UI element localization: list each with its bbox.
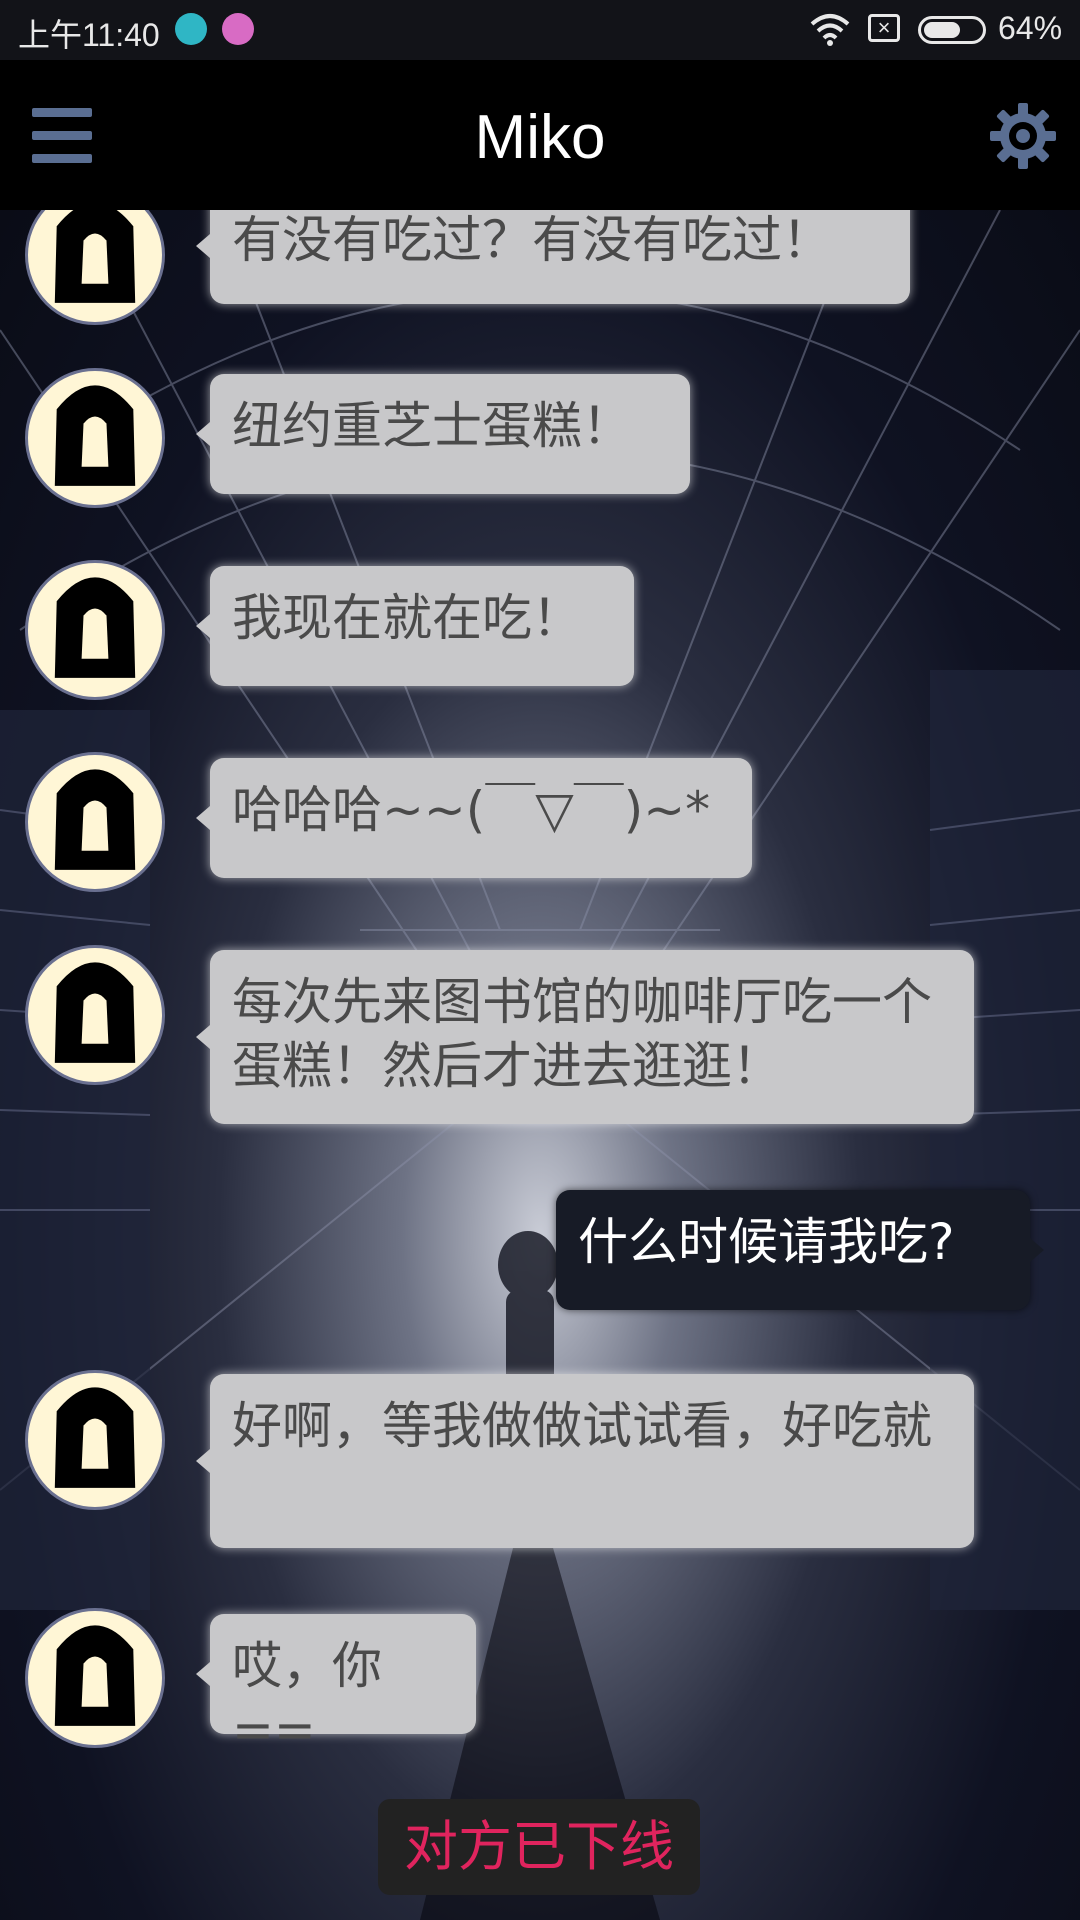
avatar[interactable] [25,560,165,700]
message-text: 什么时候请我吃? [578,1213,955,1271]
status-bar: 上午11:40 × 64% [0,0,1080,60]
message-text: 哈哈哈~~(￣▽￣)~* [232,781,711,839]
app-header: Miko [0,60,1080,210]
battery-icon [918,16,986,44]
avatar[interactable] [25,945,165,1085]
message-bubble[interactable]: 纽约重芝士蛋糕！ [196,374,690,494]
wifi-icon [810,14,850,46]
message-bubble[interactable]: 我现在就在吃！ [196,566,634,686]
status-time: 上午11:40 [18,17,160,53]
offline-status-notice: 对方已下线 [378,1799,700,1895]
battery-level-fill [924,22,960,38]
avatar[interactable] [25,1608,165,1748]
page-title: Miko [474,103,606,172]
my-message-bubble[interactable]: 什么时候请我吃? [556,1190,1044,1310]
message-text: 每次先来图书馆的咖啡厅吃一个蛋糕！然后才进去逛逛！ [232,973,932,1095]
qq-notification-icon [175,13,207,45]
app-notification-icon [222,13,254,45]
message-bubble[interactable]: 哎，你== [196,1614,476,1759]
no-sim-icon: × [868,14,900,42]
message-text: 有没有吃过？有没有吃过！ [232,211,832,269]
message-text: 纽约重芝士蛋糕！ [232,397,632,455]
message-bubble[interactable]: 每次先来图书馆的咖啡厅吃一个蛋糕！然后才进去逛逛！ [196,950,974,1124]
battery-percent: 64% [998,10,1063,46]
avatar[interactable] [25,752,165,892]
avatar[interactable] [25,368,165,508]
chat-area[interactable]: 有没有吃过？有没有吃过！ 纽约重芝士蛋糕！ 我现在就在吃！ 哈哈哈~~(￣▽￣)… [0,210,1080,1920]
message-text: 我现在就在吃！ [232,589,582,647]
message-bubble[interactable]: 哈哈哈~~(￣▽￣)~* [196,758,752,878]
avatar[interactable] [25,1370,165,1510]
message-bubble[interactable]: 好啊，等我做做试试看，好吃就 [196,1374,974,1548]
message-text: 好啊，等我做做试试看，好吃就 [232,1397,932,1455]
message-bubble[interactable]: 有没有吃过？有没有吃过！ [196,210,910,304]
gear-icon[interactable] [990,103,1056,169]
